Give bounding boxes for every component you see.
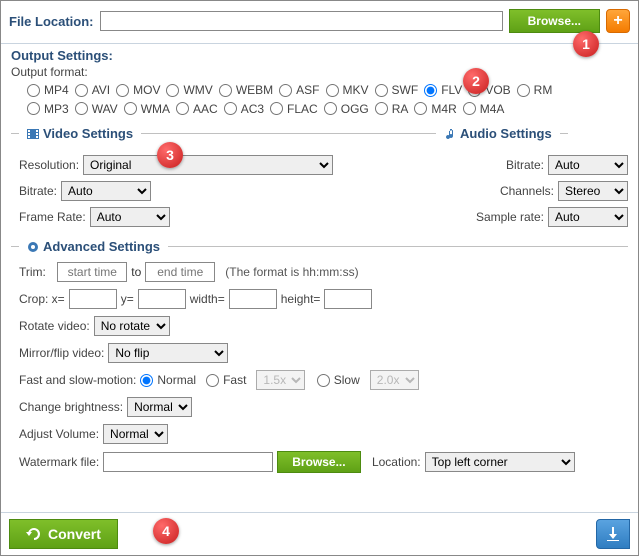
channels-label: Channels: [500,184,554,198]
mirror-label: Mirror/flip video: [19,346,104,360]
format-option-mp3[interactable]: MP3 [27,102,69,116]
channels-select[interactable]: Stereo [558,181,628,201]
trim-label: Trim: [19,265,46,279]
format-option-flac[interactable]: FLAC [270,102,318,116]
crop-w-label: width= [190,292,225,306]
rotate-select[interactable]: No rotate [94,316,170,336]
format-option-aac[interactable]: AAC [176,102,218,116]
resolution-label: Resolution: [19,158,79,172]
trim-note: (The format is hh:mm:ss) [225,265,358,279]
settings-columns: Resolution: Original Bitrate: Auto Frame… [1,149,638,233]
format-option-wav[interactable]: WAV [75,102,118,116]
format-option-vob[interactable]: VOB [468,83,510,97]
file-location-row: File Location: Browse... + [1,1,638,44]
speed-fast-select: 1.5x [256,370,305,390]
format-option-ra[interactable]: RA [375,102,409,116]
samplerate-label: Sample rate: [476,210,544,224]
video-bitrate-select[interactable]: Auto [61,181,151,201]
trim-start-input[interactable] [57,262,127,282]
download-icon [605,526,621,542]
framerate-label: Frame Rate: [19,210,86,224]
format-option-avi[interactable]: AVI [75,83,110,97]
advanced-settings-title: Advanced Settings [43,239,160,254]
format-option-ogg[interactable]: OGG [324,102,369,116]
crop-h-input[interactable] [324,289,372,309]
format-option-wma[interactable]: WMA [124,102,170,116]
speed-normal-radio[interactable] [140,374,153,387]
crop-y-label: y= [121,292,134,306]
browse-button[interactable]: Browse... [509,9,600,33]
format-option-m4r[interactable]: M4R [414,102,456,116]
audio-settings-panel: Bitrate: Auto Channels: Stereo Sample ra… [438,149,638,233]
volume-select[interactable]: Normal [103,424,168,444]
framerate-select[interactable]: Auto [90,207,170,227]
video-settings-title: Video Settings [43,126,133,141]
speed-slow-select: 2.0x [370,370,419,390]
audio-bitrate-label: Bitrate: [506,158,544,172]
audio-icon [444,128,456,140]
video-audio-header: Video Settings Audio Settings [1,120,638,149]
trim-to-label: to [131,265,141,279]
watermark-location-label: Location: [372,455,421,469]
speed-fast-radio[interactable] [206,374,219,387]
format-option-webm[interactable]: WEBM [219,83,273,97]
format-option-rm[interactable]: RM [517,83,553,97]
brightness-label: Change brightness: [19,400,123,414]
watermark-label: Watermark file: [19,455,99,469]
audio-settings-title: Audio Settings [460,126,552,141]
format-option-mov[interactable]: MOV [116,83,160,97]
format-option-swf[interactable]: SWF [375,83,419,97]
output-format-label: Output format: [11,65,628,79]
crop-h-label: height= [281,292,321,306]
formats-row-2: MP3 WAV WMA AAC AC3 FLAC OGG RA M4R M4A [11,100,628,119]
audio-bitrate-select[interactable]: Auto [548,155,628,175]
rotate-label: Rotate video: [19,319,90,333]
speed-label: Fast and slow-motion: [19,373,136,387]
file-location-input[interactable] [100,11,503,31]
video-settings-panel: Resolution: Original Bitrate: Auto Frame… [1,149,438,233]
resolution-select[interactable]: Original [83,155,333,175]
format-option-mp4[interactable]: MP4 [27,83,69,97]
speed-slow-radio[interactable] [317,374,330,387]
formats-row-1: MP4 AVI MOV WMV WEBM ASF MKV SWF FLV VOB RM [11,81,628,100]
watermark-location-select[interactable]: Top left corner [425,452,575,472]
trim-end-input[interactable] [145,262,215,282]
mirror-select[interactable]: No flip [108,343,228,363]
file-location-label: File Location: [9,14,94,29]
format-option-ac3[interactable]: AC3 [224,102,264,116]
convert-button[interactable]: Convert [9,519,118,549]
advanced-settings-panel: Trim: to (The format is hh:mm:ss) Crop: … [1,262,638,473]
volume-label: Adjust Volume: [19,427,99,441]
format-option-wmv[interactable]: WMV [166,83,212,97]
crop-x-input[interactable] [69,289,117,309]
add-file-button[interactable]: + [606,9,630,33]
refresh-icon [26,526,42,542]
crop-x-label: Crop: x= [19,292,65,306]
video-bitrate-label: Bitrate: [19,184,57,198]
format-option-m4a[interactable]: M4A [463,102,505,116]
format-option-flv[interactable]: FLV [424,83,462,97]
brightness-select[interactable]: Normal [127,397,192,417]
film-icon [27,128,39,140]
crop-w-input[interactable] [229,289,277,309]
watermark-input[interactable] [103,452,273,472]
format-option-mkv[interactable]: MKV [326,83,369,97]
samplerate-select[interactable]: Auto [548,207,628,227]
crop-y-input[interactable] [138,289,186,309]
gear-icon [27,241,39,253]
output-settings-section: Output Settings: Output format: MP4 AVI MO… [1,44,638,120]
format-option-asf[interactable]: ASF [279,83,319,97]
footer-bar: Convert [1,512,638,555]
output-settings-title: Output Settings: [11,48,628,63]
watermark-browse-button[interactable]: Browse... [277,451,360,473]
download-button[interactable] [596,519,630,549]
